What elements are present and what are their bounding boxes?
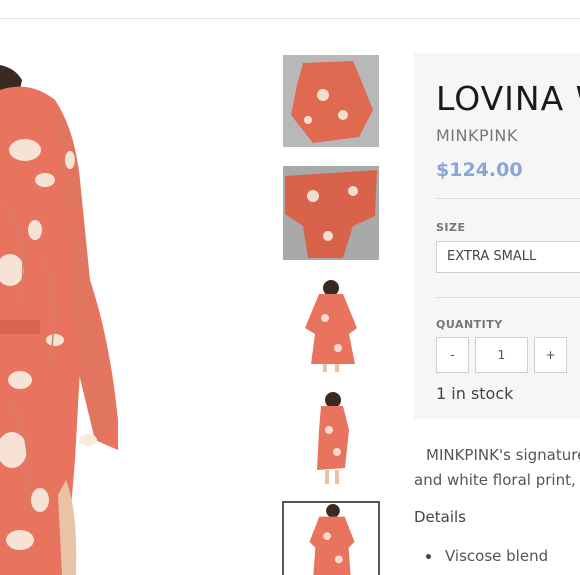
description-line-1: MINKPINK's signature [426,446,580,464]
size-label: SIZE [436,221,466,234]
stock-status: 1 in stock [436,384,514,403]
details-list-item: Viscose blend [426,547,548,565]
description-line-2: and white floral print, [414,471,576,489]
bullet-icon [426,553,431,559]
product-description: MINKPINK's signature and white floral pr… [414,443,580,493]
size-select[interactable]: EXTRA SMALL [436,241,580,273]
thumbnail-4[interactable] [283,390,379,484]
divider [436,297,580,298]
product-brand[interactable]: MINKPINK [436,126,518,145]
main-product-image[interactable] [0,40,135,575]
details-heading: Details [414,508,467,526]
quantity-input[interactable]: 1 [475,337,528,373]
thumbnail-3[interactable] [283,278,379,372]
quantity-decrement-button[interactable]: - [436,337,469,373]
details-item-text: Viscose blend [445,547,549,565]
thumbnail-2[interactable] [283,166,379,260]
divider [436,198,580,199]
product-title: LOVINA W [436,79,580,118]
top-navigation-bar [0,0,580,19]
product-info-panel: LOVINA W MINKPINK $124.00 SIZE EXTRA SMA… [414,53,580,419]
thumbnail-5-selected[interactable] [282,501,380,575]
details-list: Viscose blend [426,547,548,565]
quantity-increment-button[interactable]: + [534,337,567,373]
quantity-label: QUANTITY [436,318,503,331]
product-price: $124.00 [436,159,523,181]
thumbnail-1[interactable] [283,55,379,147]
